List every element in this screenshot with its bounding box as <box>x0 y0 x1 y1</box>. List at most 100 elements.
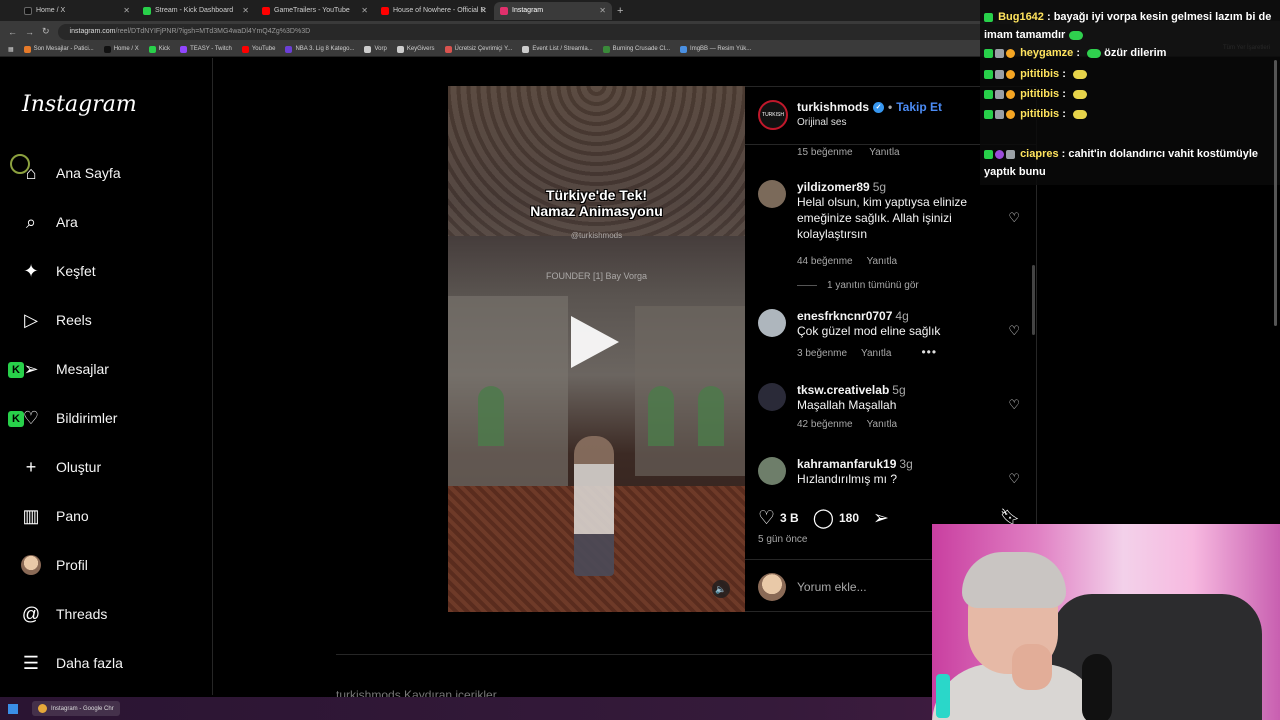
like-comment-icon[interactable]: ♡ <box>1008 397 1020 413</box>
bookmark-item[interactable]: TEASY - Twitch <box>180 45 232 53</box>
reply-button[interactable]: Yanıtla <box>861 348 891 359</box>
more-options-icon[interactable]: ••• <box>921 345 937 359</box>
play-icon[interactable] <box>571 316 619 368</box>
bookmark-item[interactable]: KeyGivers <box>396 45 435 53</box>
sidebar-item-keşfet[interactable]: ✦ Keşfet <box>18 256 95 286</box>
author-avatar[interactable]: TURKISH <box>758 100 788 130</box>
sidebar-item-label: Profil <box>56 557 88 573</box>
sidebar-item-ana-sayfa[interactable]: ⌂ Ana Sayfa <box>10 154 121 188</box>
bookmark-item[interactable]: Son Mesajlar - Patici... <box>23 45 94 53</box>
bookmark-item[interactable]: ImgBB — Resim Yük... <box>680 45 751 53</box>
close-tab-icon[interactable]: ✕ <box>480 6 487 15</box>
sub-badge-icon <box>995 149 1004 159</box>
separator-dot: • <box>888 100 893 114</box>
like-count[interactable]: 42 beğenme <box>797 419 853 430</box>
screen: Home / X ✕ Stream - Kick Dashboard ✕ GameT… <box>0 0 1280 720</box>
chat-username: pititibis <box>1020 88 1060 100</box>
comment-total[interactable]: 180 <box>839 511 859 525</box>
close-tab-icon[interactable]: ✕ <box>123 6 130 15</box>
instagram-logo[interactable]: Instagram <box>22 92 137 117</box>
reply-button[interactable]: Yanıtla <box>867 256 897 267</box>
reply-button[interactable]: Yanıtla <box>867 419 897 430</box>
like-comment-icon[interactable]: ♡ <box>1008 210 1020 226</box>
bookmark-item[interactable]: YouTube <box>241 45 275 53</box>
comment-icon[interactable]: ◯ <box>813 507 834 530</box>
close-tab-icon[interactable]: ✕ <box>361 6 368 15</box>
comments-scrollbar[interactable] <box>1032 265 1035 335</box>
close-tab-icon[interactable]: ✕ <box>242 6 249 15</box>
taskbar-item[interactable]: Instagram - Google Chr <box>32 701 120 716</box>
bookmark-item[interactable]: Vorp <box>364 45 387 53</box>
bookmark-item[interactable]: Ücretsiz Çevrimiçi Y... <box>444 45 512 53</box>
sidebar-item-mesajlar[interactable]: ➢ K Mesajlar <box>8 354 109 384</box>
comment-username[interactable]: tksw.creativelab <box>797 383 889 397</box>
reload-icon[interactable]: ↻ <box>42 26 50 37</box>
forward-icon[interactable]: → <box>25 27 34 37</box>
follow-button[interactable]: Takip Et <box>896 100 942 114</box>
url-input[interactable]: instagram.com/reel/DTdNYIFjPNR/?igsh=MTd… <box>57 23 1018 40</box>
volume-icon[interactable]: 🔈 <box>712 580 730 598</box>
bookmark-item[interactable]: Event List / Streamla... <box>522 45 593 53</box>
sidebar-item-bildirimler[interactable]: ♡ K Bildirimler <box>8 403 117 433</box>
comment-item: kahramanfaruk19 3g Hızlandırılmış mı ? ♡ <box>758 457 1020 493</box>
sidebar-item-daha-fazla[interactable]: ☰ Daha fazla <box>18 648 123 678</box>
comments-list[interactable]: 15 beğenme Yanıtla yildizomer89 5g Helal … <box>745 145 1037 493</box>
bookmark-item[interactable]: Burning Crusade Cl... <box>602 45 670 53</box>
sidebar-item-reels[interactable]: ▷ Reels <box>18 305 92 335</box>
like-count[interactable]: 44 beğenme <box>797 256 853 267</box>
sidebar-item-pano[interactable]: ▥ Pano <box>18 501 88 531</box>
comment-avatar[interactable] <box>758 457 786 485</box>
windows-start-icon[interactable] <box>8 703 18 714</box>
browser-tab[interactable]: House of Nowhere - Official R ✕ <box>375 2 493 20</box>
post-date: 5 gün önce <box>758 534 808 545</box>
close-tab-icon[interactable]: ✕ <box>599 6 606 15</box>
share-icon[interactable]: ➢ <box>873 507 889 530</box>
comment-body: tksw.creativelab 5g Maşallah Maşallah 42 … <box>797 383 987 430</box>
view-replies-button[interactable]: 1 yanıtın tümünü gör <box>797 280 919 291</box>
gift-badge-icon <box>1006 149 1015 159</box>
bookmark-item[interactable]: NBA 3. Lig 8 Katego... <box>285 45 354 53</box>
video-founder-tag: FOUNDER [1] Bay Vorga <box>545 271 648 281</box>
sidebar-item-profil[interactable]: Profil <box>18 550 88 580</box>
bookmark-favicon-icon <box>522 45 530 53</box>
like-comment-icon[interactable]: ♡ <box>1008 471 1020 487</box>
audio-label[interactable]: Orijinal ses <box>797 117 846 128</box>
new-tab-button[interactable]: + <box>617 5 623 17</box>
comment-username[interactable]: enesfrkncnr0707 <box>797 309 892 323</box>
browser-tab[interactable]: Home / X ✕ <box>18 2 136 20</box>
browser-tab-active[interactable]: Instagram ✕ <box>494 1 612 20</box>
comment-username[interactable]: kahramanfaruk19 <box>797 457 896 471</box>
webcam-person-hair <box>962 552 1066 608</box>
back-icon[interactable]: ← <box>8 27 17 37</box>
browser-tab[interactable]: GameTrailers - YouTube ✕ <box>256 2 374 20</box>
comment-input[interactable]: Yorum ekle... <box>797 580 867 594</box>
bookmark-favicon-icon <box>180 45 188 53</box>
page-scrollbar[interactable] <box>1274 60 1277 326</box>
like-total[interactable]: 3 B <box>780 511 799 525</box>
like-count[interactable]: 3 beğenme <box>797 348 847 359</box>
bookmark-item[interactable]: Kick <box>148 45 170 53</box>
youtube-favicon-icon <box>381 6 389 15</box>
comment-meta: 15 beğenme Yanıtla <box>797 147 914 158</box>
like-comment-icon[interactable]: ♡ <box>1008 323 1020 339</box>
kick-badge-icon <box>984 149 993 159</box>
browser-tab[interactable]: Stream - Kick Dashboard ✕ <box>137 2 255 20</box>
like-icon[interactable]: ♡ <box>758 507 775 530</box>
sidebar-item-oluştur[interactable]: + Oluştur <box>18 452 101 482</box>
like-count[interactable]: 15 beğenme <box>797 147 853 158</box>
sidebar-item-threads[interactable]: @ Threads <box>18 599 108 629</box>
apps-icon[interactable]: ▦ <box>8 46 14 53</box>
reply-button[interactable]: Yanıtla <box>869 147 899 158</box>
comment-username[interactable]: yildizomer89 <box>797 180 870 194</box>
kick-overlay-icon: K <box>8 362 24 378</box>
comment-avatar[interactable] <box>758 180 786 208</box>
comment-avatar[interactable] <box>758 383 786 411</box>
author-username[interactable]: turkishmods <box>797 100 869 114</box>
sub-badge-icon <box>995 89 1004 99</box>
bookmark-item[interactable]: Home / X <box>103 45 139 53</box>
comment-avatar[interactable] <box>758 309 786 337</box>
reel-video[interactable]: Türkiye'de Tek! Namaz Animasyonu @turkis… <box>448 86 745 612</box>
sidebar-item-ara[interactable]: ⌕ Ara <box>18 207 78 237</box>
dashboard-icon: ▥ <box>22 505 40 526</box>
plus-icon: + <box>25 456 37 477</box>
